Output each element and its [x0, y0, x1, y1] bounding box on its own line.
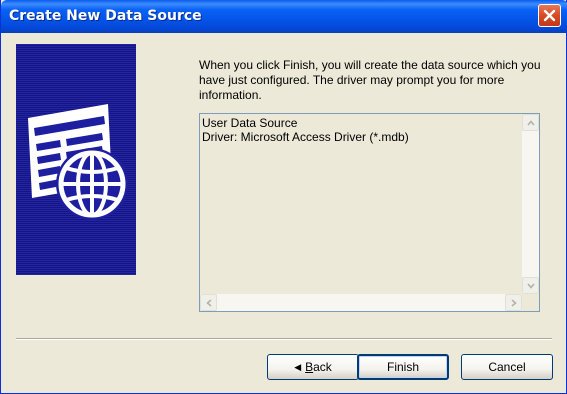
vertical-scrollbar[interactable] [522, 114, 539, 294]
scroll-right-button[interactable] [505, 294, 522, 311]
scroll-up-button[interactable] [522, 114, 539, 131]
chevron-left-icon [206, 299, 212, 307]
summary-line-driver: Driver: Microsoft Access Driver (*.mdb) [202, 130, 409, 144]
chevron-down-icon [527, 283, 535, 289]
title-bar[interactable]: Create New Data Source [1, 0, 567, 33]
database-globe-icon [28, 104, 128, 220]
horizontal-scrollbar[interactable] [200, 294, 522, 311]
scrollbar-corner [522, 294, 539, 311]
data-source-summary-box[interactable]: User Data Source Driver: Microsoft Acces… [199, 113, 540, 312]
chevron-right-icon [511, 299, 517, 307]
dialog-title: Create New Data Source [9, 8, 202, 24]
button-divider [16, 338, 552, 340]
create-new-data-source-dialog: Create New Data Source When you click Fi… [0, 0, 567, 394]
summary-content: User Data Source Driver: Microsoft Acces… [202, 116, 409, 144]
finish-description: When you click Finish, you will create t… [199, 58, 541, 102]
wizard-illustration [16, 44, 136, 275]
back-button[interactable]: ◀ B ack [267, 354, 359, 380]
scroll-down-button[interactable] [522, 277, 539, 294]
chevron-up-icon [527, 120, 535, 126]
close-button[interactable] [538, 4, 561, 27]
back-label: ack [313, 360, 332, 374]
scroll-left-button[interactable] [200, 294, 217, 311]
finish-button[interactable]: Finish [357, 354, 449, 380]
back-arrow-icon: ◀ [294, 361, 302, 372]
summary-line-type: User Data Source [202, 116, 298, 130]
back-mnemonic: B [305, 360, 314, 374]
close-icon [543, 9, 556, 22]
cancel-button[interactable]: Cancel [461, 354, 553, 380]
